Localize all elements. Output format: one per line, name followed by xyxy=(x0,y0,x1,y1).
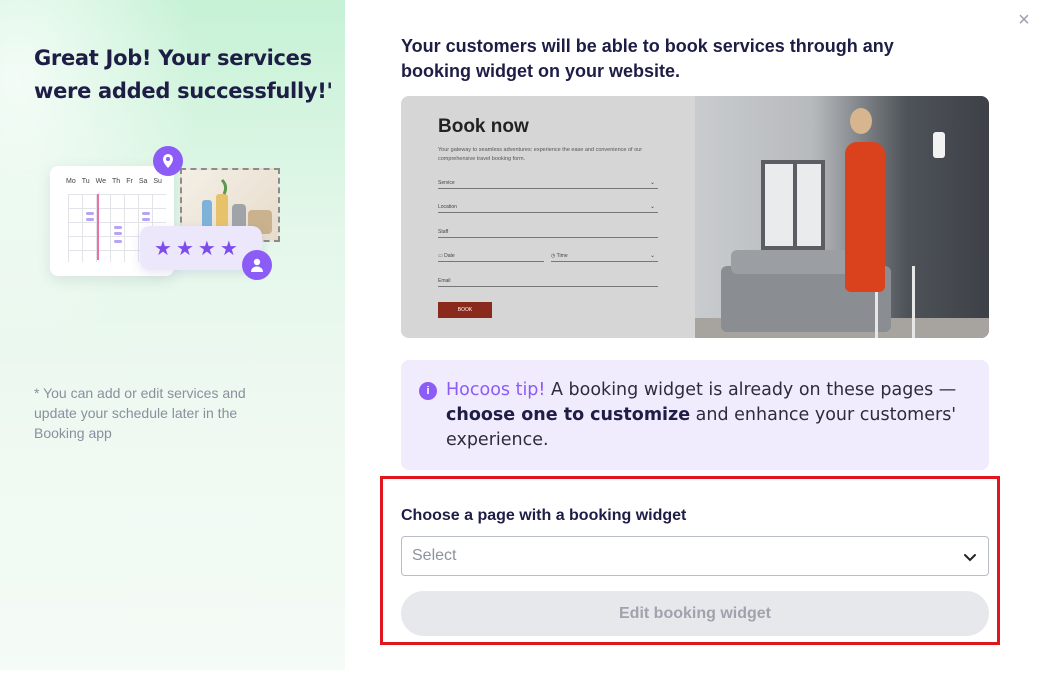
calendar-day: Mo xyxy=(66,178,76,185)
tip-brand: Hocoos tip! xyxy=(446,380,546,400)
calendar-event xyxy=(114,232,122,235)
book-button: BOOK xyxy=(438,302,492,318)
current-time-line xyxy=(97,194,99,260)
location-pin-icon xyxy=(153,146,183,176)
calendar-event xyxy=(114,226,122,229)
widget-page-label: Choose a page with a booking widget xyxy=(401,507,687,524)
success-title: Great Job! Your services were added succ… xyxy=(34,46,333,103)
calendar-day: Tu xyxy=(81,178,90,185)
date-field: ▭ Date xyxy=(438,253,544,262)
email-field: Email xyxy=(438,278,658,287)
calendar-day: We xyxy=(95,178,107,185)
painter-body-image xyxy=(845,142,885,292)
location-field: Location ⌄ xyxy=(438,204,658,213)
star-icon: ★ xyxy=(154,237,172,260)
time-field: ◷ Time ⌄ xyxy=(551,253,658,262)
painter-head-image xyxy=(850,108,872,134)
edit-later-note: * You can add or edit services and updat… xyxy=(34,385,246,441)
select-placeholder: Select xyxy=(412,547,457,564)
chevron-down-icon xyxy=(962,549,978,565)
star-icon: ★ xyxy=(175,237,194,260)
calendar-day: Su xyxy=(153,178,162,185)
calendar-day: Sa xyxy=(138,178,148,185)
form-subtitle: Your gateway to seamless adventures: exp… xyxy=(438,147,643,162)
tip-bold: choose one to customize xyxy=(446,405,691,425)
staff-field: Staff xyxy=(438,229,658,238)
user-icon xyxy=(242,250,272,280)
calendar-days: Mo Tu We Th Fr Sa Su xyxy=(66,178,162,185)
booking-form-preview: Book now Your gateway to seamless advent… xyxy=(401,96,695,338)
calendar-day: Th xyxy=(112,178,121,185)
info-icon: i xyxy=(419,382,437,400)
booking-widget-preview: Book now Your gateway to seamless advent… xyxy=(401,96,989,338)
calendar-event xyxy=(142,218,150,221)
edit-booking-widget-button[interactable]: Edit booking widget xyxy=(401,591,989,636)
left-panel: Great Job! Your services were added succ… xyxy=(0,0,345,670)
calendar-event xyxy=(114,240,122,243)
star-icon: ★ xyxy=(219,237,238,260)
calendar-event xyxy=(142,212,150,215)
tip-text-before: A booking widget is already on these pag… xyxy=(545,380,957,400)
paint-roller-image xyxy=(933,132,945,158)
close-icon[interactable]: × xyxy=(1014,10,1034,30)
service-field: Service ⌄ xyxy=(438,180,658,189)
tip-text: Hocoos tip! A booking widget is already … xyxy=(446,378,966,453)
star-icon: ★ xyxy=(197,237,216,260)
dialog-heading: Your customers will be able to book serv… xyxy=(401,36,894,81)
calendar-day: Fr xyxy=(126,178,133,185)
calendar-event xyxy=(86,212,94,215)
hocoos-tip: i Hocoos tip! A booking widget is alread… xyxy=(401,360,989,470)
form-title: Book now xyxy=(438,116,529,137)
window-image xyxy=(761,160,825,250)
widget-page-select[interactable]: Select xyxy=(401,536,989,576)
painter-photo xyxy=(695,96,989,338)
schedule-illustration: Mo Tu We Th Fr Sa Su ★ ★ ★ ★ xyxy=(48,146,284,282)
calendar-event xyxy=(86,218,94,221)
